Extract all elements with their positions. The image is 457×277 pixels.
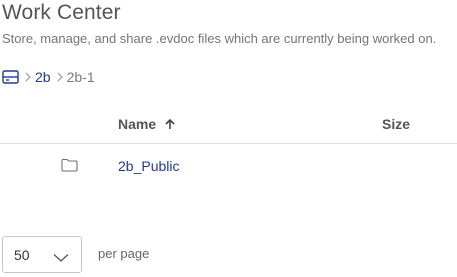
breadcrumb-item-2b[interactable]: 2b (35, 69, 51, 85)
column-header-name[interactable]: Name (118, 116, 175, 132)
table-header: Name Size (0, 104, 457, 144)
folder-icon (61, 158, 78, 172)
breadcrumb-item-2b-1: 2b-1 (66, 69, 95, 85)
per-page-label: per page (98, 246, 150, 261)
per-page-select[interactable]: 50 (2, 236, 82, 273)
page-subtitle: Store, manage, and share .evdoc files wh… (2, 31, 437, 46)
breadcrumb: 2b 2b-1 (2, 67, 95, 87)
chevron-right-icon (25, 72, 31, 82)
per-page-value: 50 (14, 247, 30, 263)
table-row[interactable]: 2b_Public (0, 145, 457, 189)
column-header-size[interactable]: Size (382, 116, 410, 132)
column-header-name-label: Name (118, 116, 157, 132)
drive-icon[interactable] (2, 70, 19, 85)
chevron-down-icon (53, 250, 69, 262)
page-title: Work Center (2, 1, 121, 24)
arrow-up-icon (165, 118, 175, 130)
chevron-right-icon (57, 72, 63, 82)
row-name-link[interactable]: 2b_Public (118, 158, 180, 174)
